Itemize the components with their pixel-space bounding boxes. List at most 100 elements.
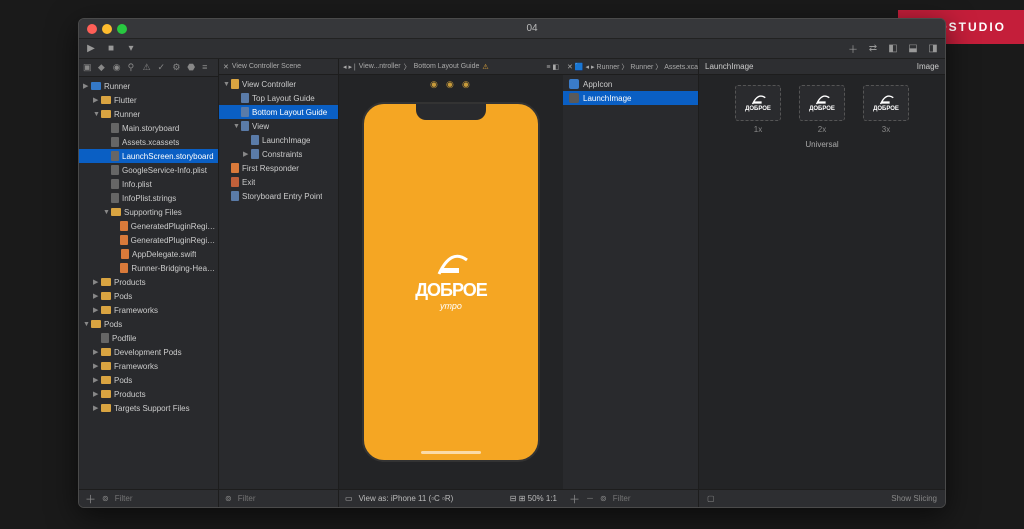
tree-label: Supporting Files: [124, 208, 182, 217]
panel-toggle-left[interactable]: ◧: [885, 41, 901, 57]
outline-row[interactable]: First Responder: [219, 161, 338, 175]
zoom-controls[interactable]: ⊟ ⊞ 50% 1:1: [510, 494, 557, 503]
report-tab-icon[interactable]: ≡: [202, 62, 214, 74]
run-button[interactable]: ▶: [83, 41, 99, 57]
tree-row[interactable]: AppDelegate.swift: [79, 247, 218, 261]
tree-row[interactable]: Podfile: [79, 331, 218, 345]
tree-row[interactable]: ▶Frameworks: [79, 303, 218, 317]
first-responder-icon[interactable]: ◉: [446, 79, 456, 89]
view-mode-icon[interactable]: ▢: [707, 494, 715, 503]
ep-icon: [231, 191, 239, 201]
breakpoint-tab-icon[interactable]: ⬣: [187, 62, 199, 74]
panel-toggle-bottom[interactable]: ⬓: [905, 41, 921, 57]
code-review-button[interactable]: ⇄: [865, 41, 881, 57]
outline-tree[interactable]: ▼View ControllerTop Layout GuideBottom L…: [219, 75, 338, 489]
thumb-well[interactable]: ДОБРОЕ: [799, 85, 845, 121]
scale-label: 2x: [799, 125, 845, 134]
library-button[interactable]: ＋: [845, 41, 861, 57]
outline-row[interactable]: Storyboard Entry Point: [219, 189, 338, 203]
filter-icon[interactable]: ⊚: [225, 494, 232, 503]
tree-row[interactable]: ▶Pods: [79, 289, 218, 303]
jump-segment[interactable]: View...ntroller: [359, 63, 401, 70]
outline-row[interactable]: ▶Constraints: [219, 147, 338, 161]
outline-row[interactable]: Exit: [219, 175, 338, 189]
zoom-icon[interactable]: [117, 24, 127, 34]
scheme-selector[interactable]: ▾: [123, 41, 139, 57]
storyboard-canvas[interactable]: ◉ ◉ ◉ → ДОБРОЕ утро: [339, 75, 563, 489]
traffic-lights: [87, 24, 127, 34]
find-tab-icon[interactable]: ⚲: [128, 62, 140, 74]
navigator-tabs: ▣ ◆ ◉ ⚲ ⚠ ✓ ⚙ ⬣ ≡: [79, 59, 218, 77]
tree-row[interactable]: Assets.xcassets: [79, 135, 218, 149]
thumb-well[interactable]: ДОБРОЕ: [863, 85, 909, 121]
navigator-filter-input[interactable]: [115, 494, 225, 503]
filter-icon[interactable]: ⊚: [600, 494, 607, 503]
outline-row[interactable]: Bottom Layout Guide: [219, 105, 338, 119]
remove-asset-button[interactable]: －: [586, 493, 594, 504]
canvas-area: ◂ ▸ | View...ntroller 〉 Bottom Layout Gu…: [339, 59, 563, 507]
tree-row[interactable]: ▶Products: [79, 387, 218, 401]
tree-row[interactable]: LaunchScreen.storyboard: [79, 149, 218, 163]
assets-breadcrumb[interactable]: ✕ 🟦 ◂ ▸ Runner 〉 Runner 〉 Assets.xcasset…: [563, 59, 698, 75]
close-tab-icon[interactable]: ✕: [223, 63, 229, 71]
stop-button[interactable]: ■: [103, 41, 119, 57]
tree-row[interactable]: Runner-Bridging-Header.h: [79, 261, 218, 275]
tree-row[interactable]: ▶Flutter: [79, 93, 218, 107]
minimize-icon[interactable]: [102, 24, 112, 34]
view-as-label[interactable]: View as: iPhone 11 (▫C ▫R): [359, 494, 454, 503]
test-tab-icon[interactable]: ✓: [157, 62, 169, 74]
tree-row[interactable]: ▶Runner: [79, 79, 218, 93]
tree-row[interactable]: ▶Development Pods: [79, 345, 218, 359]
outline-filter-input[interactable]: [238, 494, 348, 503]
tree-row[interactable]: GeneratedPluginRegistrant.h: [79, 219, 218, 233]
show-slicing-button[interactable]: Show Slicing: [891, 494, 937, 503]
tree-row[interactable]: GoogleService-Info.plist: [79, 163, 218, 177]
outline-row[interactable]: LaunchImage: [219, 133, 338, 147]
symbol-tab-icon[interactable]: ◉: [113, 62, 125, 74]
vc-icon: [231, 79, 239, 89]
folder-tab-icon[interactable]: ▣: [83, 62, 95, 74]
tree-row[interactable]: ▶Pods: [79, 373, 218, 387]
vc-icon[interactable]: ◉: [430, 79, 440, 89]
tree-row[interactable]: ▶Frameworks: [79, 359, 218, 373]
editor-jumpbar[interactable]: ◂ ▸ | View...ntroller 〉 Bottom Layout Gu…: [339, 59, 563, 75]
tree-row[interactable]: ▼Runner: [79, 107, 218, 121]
warning-icon[interactable]: ⚠: [482, 63, 488, 71]
debug-tab-icon[interactable]: ⚙: [172, 62, 184, 74]
scale-thumb[interactable]: ДОБРОЕ 2x: [799, 85, 845, 134]
tree-row[interactable]: ▼Pods: [79, 317, 218, 331]
scale-thumb[interactable]: ДОБРОЕ3x: [863, 85, 909, 134]
tree-row[interactable]: ▼Supporting Files: [79, 205, 218, 219]
add-button[interactable]: ＋: [85, 491, 96, 507]
file-icon: [120, 221, 128, 231]
outline-toggle-icon[interactable]: ▭: [345, 494, 353, 503]
tree-row[interactable]: ▶Products: [79, 275, 218, 289]
outline-row[interactable]: ▼View: [219, 119, 338, 133]
tree-row[interactable]: InfoPlist.strings: [79, 191, 218, 205]
project-navigator: ▣ ◆ ◉ ⚲ ⚠ ✓ ⚙ ⬣ ≡ ▶Runner▶Flutter▼Runner…: [79, 59, 219, 507]
exit-icon[interactable]: ◉: [462, 79, 472, 89]
tree-label: Runner: [114, 110, 140, 119]
file-tree[interactable]: ▶Runner▶Flutter▼RunnerMain.storyboardAss…: [79, 77, 218, 489]
close-icon[interactable]: [87, 24, 97, 34]
outline-row[interactable]: Top Layout Guide: [219, 91, 338, 105]
tree-row[interactable]: GeneratedPluginRegistrant.m: [79, 233, 218, 247]
thumb-well[interactable]: ДОБРОЕ: [735, 85, 781, 121]
outline-row[interactable]: ▼View Controller: [219, 77, 338, 91]
jump-item[interactable]: View Controller Scene: [232, 63, 301, 70]
jump-segment[interactable]: Bottom Layout Guide: [414, 63, 480, 70]
asset-row[interactable]: AppIcon: [563, 77, 698, 91]
device-preview[interactable]: ДОБРОЕ утро: [362, 102, 540, 462]
tree-row[interactable]: Info.plist: [79, 177, 218, 191]
close-tab-icon[interactable]: ✕: [567, 63, 573, 71]
tree-row[interactable]: Main.storyboard: [79, 121, 218, 135]
tree-row[interactable]: ▶Targets Support Files: [79, 401, 218, 415]
asset-row[interactable]: LaunchImage: [563, 91, 698, 105]
issue-tab-icon[interactable]: ⚠: [143, 62, 155, 74]
panel-toggle-right[interactable]: ◨: [925, 41, 941, 57]
source-tab-icon[interactable]: ◆: [98, 62, 110, 74]
assets-list[interactable]: AppIconLaunchImage: [563, 75, 698, 489]
add-asset-button[interactable]: ＋: [569, 491, 580, 507]
filter-icon[interactable]: ⊚: [102, 494, 109, 503]
scale-thumb[interactable]: ДОБРОЕ1x: [735, 85, 781, 134]
